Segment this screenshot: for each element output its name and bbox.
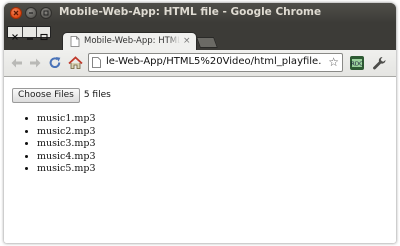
page-icon bbox=[92, 57, 101, 68]
extension-button[interactable]: RDC bbox=[348, 54, 366, 72]
wrench-menu-button[interactable] bbox=[370, 54, 388, 72]
file-input: Choose Files 5 files bbox=[12, 87, 111, 103]
title-bar: Mobile-Web-App: HTML file - Google Chrom… bbox=[4, 3, 396, 23]
tab-strip: Mobile-Web-App: HTML file × bbox=[4, 23, 396, 50]
reload-button[interactable] bbox=[46, 54, 64, 72]
new-tab-button[interactable] bbox=[195, 37, 219, 48]
forward-button[interactable] bbox=[26, 54, 44, 72]
forward-arrow-icon bbox=[30, 58, 41, 68]
home-button[interactable] bbox=[66, 54, 84, 72]
home-icon bbox=[67, 56, 83, 69]
address-bar[interactable]: le-Web-App/HTML5%20Video/html_playfile.h… bbox=[88, 53, 343, 72]
close-icon bbox=[12, 34, 18, 40]
star-icon[interactable]: ☆ bbox=[328, 54, 339, 71]
tab-active[interactable]: Mobile-Web-App: HTML file × bbox=[62, 32, 197, 50]
window-close-button[interactable] bbox=[10, 7, 22, 19]
list-item: music3.mp3 bbox=[37, 138, 96, 151]
browser-toolbar: le-Web-App/HTML5%20Video/html_playfile.h… bbox=[4, 50, 396, 77]
svg-text:RDC: RDC bbox=[351, 62, 363, 68]
page-content: Choose Files 5 files music1.mp3 music2.m… bbox=[4, 77, 396, 243]
window-title: Mobile-Web-App: HTML file - Google Chrom… bbox=[59, 6, 322, 18]
extension-icon: RDC bbox=[350, 56, 364, 70]
minimize-icon bbox=[27, 38, 33, 40]
tab-close-icon[interactable]: × bbox=[183, 36, 191, 46]
inner-window-controls bbox=[7, 26, 51, 41]
wrench-icon bbox=[372, 56, 386, 69]
inner-close-button[interactable] bbox=[8, 27, 22, 40]
list-item: music5.mp3 bbox=[37, 163, 96, 176]
inner-minimize-button[interactable] bbox=[22, 27, 37, 40]
back-arrow-icon bbox=[11, 58, 22, 68]
file-count-label: 5 files bbox=[83, 90, 111, 100]
window-maximize-button[interactable] bbox=[40, 7, 52, 19]
minimize-icon bbox=[29, 12, 33, 14]
list-item: music2.mp3 bbox=[37, 126, 96, 139]
url-text: le-Web-App/HTML5%20Video/html_playfile.h… bbox=[106, 56, 321, 67]
close-icon bbox=[13, 10, 19, 16]
back-button[interactable] bbox=[8, 54, 26, 72]
inner-maximize-button[interactable] bbox=[36, 27, 51, 41]
maximize-icon bbox=[40, 33, 48, 41]
page-icon bbox=[70, 36, 80, 47]
choose-files-button[interactable]: Choose Files bbox=[12, 87, 80, 103]
maximize-icon bbox=[43, 10, 49, 16]
list-item: music4.mp3 bbox=[37, 151, 96, 164]
reload-icon bbox=[49, 57, 61, 69]
list-item: music1.mp3 bbox=[37, 113, 96, 126]
window-minimize-button[interactable] bbox=[25, 7, 37, 19]
browser-window: Mobile-Web-App: HTML file - Google Chrom… bbox=[4, 3, 396, 243]
file-list: music1.mp3 music2.mp3 music3.mp3 music4.… bbox=[20, 113, 96, 176]
tab-title: Mobile-Web-App: HTML file bbox=[84, 36, 180, 46]
